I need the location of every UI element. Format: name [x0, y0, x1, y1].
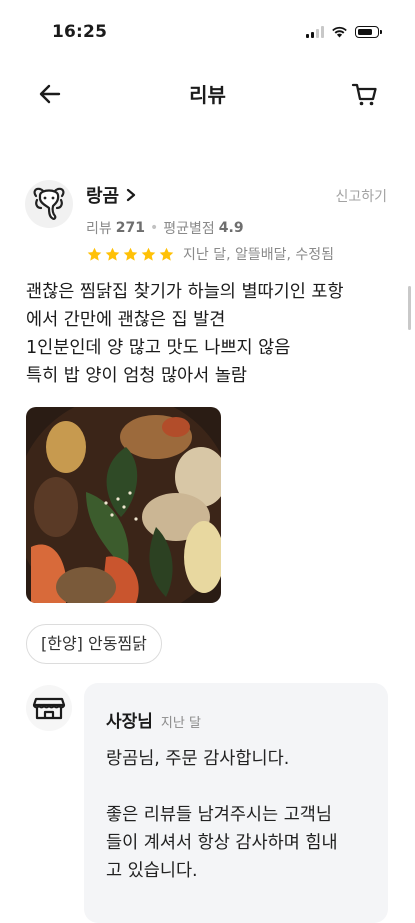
- signal-icon: [306, 26, 324, 38]
- status-icons: [306, 26, 382, 38]
- avatar[interactable]: [25, 180, 73, 228]
- star-icon: [105, 247, 120, 261]
- star-rating: [86, 246, 175, 263]
- reply-bubble: 사장님 지난 달 랑곰님, 주문 감사합니다. 좋은 리뷰들 남겨주시는 고객님…: [84, 683, 388, 923]
- rating-row: 지난 달, 알뜰배달, 수정됨: [86, 244, 334, 264]
- review-count: 271: [115, 220, 145, 236]
- avg-rating-label: 평균별점: [163, 221, 215, 237]
- reply-time: 지난 달: [160, 716, 201, 731]
- review-text-line: 특히 밥 양이 엄청 많아서 놀람: [26, 366, 248, 386]
- review-text-line: 에서 간만에 괜찮은 집 발견: [26, 310, 226, 330]
- review-text-line: 1인분인데 양 많고 맛도 나쁘지 않음: [26, 338, 291, 358]
- store-icon: [32, 697, 66, 720]
- reviewer-name-text: 랑곰: [86, 186, 120, 207]
- reply-text-line: 좋은 리뷰들 남겨주시는 고객님: [106, 805, 332, 825]
- report-button[interactable]: 신고하기: [335, 186, 387, 206]
- reply-header: 사장님 지난 달: [106, 707, 201, 732]
- reply-text: 랑곰님, 주문 감사합니다. 좋은 리뷰들 남겨주시는 고객님들이 계셔서 항상…: [106, 745, 376, 885]
- menu-tag[interactable]: [한양] 안동찜닭: [26, 624, 162, 664]
- owner-reply: 사장님 지난 달 랑곰님, 주문 감사합니다. 좋은 리뷰들 남겨주시는 고객님…: [0, 683, 415, 923]
- battery-icon: [355, 26, 382, 38]
- star-icon: [123, 247, 138, 261]
- reviewer-stats: 리뷰 271 • 평균별점 4.9: [86, 218, 244, 238]
- star-icon: [141, 247, 156, 261]
- review-photo[interactable]: [26, 407, 221, 603]
- status-bar: 16:25: [0, 0, 415, 66]
- reviewer-name[interactable]: 랑곰: [86, 182, 137, 208]
- cart-icon: [351, 83, 377, 106]
- elephant-icon: [33, 187, 65, 220]
- review-count-label: 리뷰: [86, 221, 112, 237]
- food-photo: [26, 407, 221, 603]
- reply-text-line: 들이 계셔서 항상 감사하며 힘내: [106, 833, 338, 853]
- star-icon: [159, 247, 174, 261]
- review-text-line: 괜찮은 찜닭집 찾기가 하늘의 별따기인 포항: [26, 282, 344, 302]
- star-icon: [87, 247, 102, 261]
- status-time: 16:25: [52, 22, 108, 42]
- chevron-right-icon: [127, 188, 136, 202]
- reply-text-line: [106, 773, 376, 801]
- reply-text-line: 랑곰님, 주문 감사합니다.: [106, 749, 290, 769]
- cart-button[interactable]: [349, 78, 381, 110]
- wifi-icon: [332, 26, 347, 38]
- owner-avatar: [26, 685, 72, 731]
- avg-rating: 4.9: [218, 220, 244, 236]
- review-meta: 지난 달, 알뜰배달, 수정됨: [183, 247, 335, 263]
- separator-dot: •: [150, 220, 159, 236]
- scrollbar[interactable]: [408, 286, 411, 330]
- review-text: 괜찮은 찜닭집 찾기가 하늘의 별따기인 포항에서 간만에 괜찮은 집 발견 1인…: [26, 278, 396, 390]
- owner-name: 사장님: [106, 712, 153, 732]
- reply-text-line: 고 있습니다.: [106, 861, 198, 881]
- app-header: 리뷰: [0, 66, 415, 122]
